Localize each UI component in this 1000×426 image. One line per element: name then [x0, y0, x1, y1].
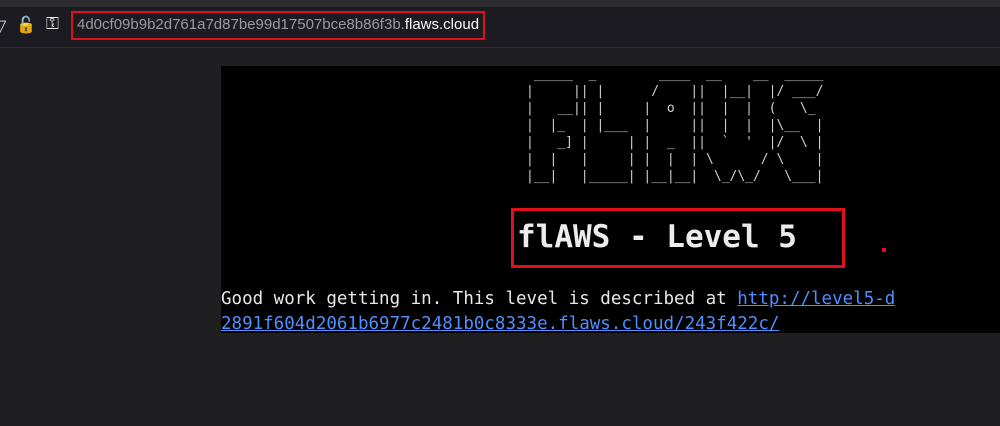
url-host: flaws.cloud: [404, 16, 480, 33]
url-prefix: 4d0cf09b9b2d761a7d87be99d17507bce8b86f3b…: [77, 16, 405, 33]
intro-paragraph: Good work getting in. This level is desc…: [221, 287, 901, 337]
title-highlight-box: [511, 208, 845, 268]
page-content: _____ _ ____ __ __ _____ | || | / || |__…: [221, 66, 1000, 334]
key-icon[interactable]: ⚿: [46, 16, 59, 33]
intro-text: Good work getting in. This level is desc…: [221, 289, 738, 309]
address-bar[interactable]: 4d0cf09b9b2d761a7d87be99d17507bce8b86f3b…: [77, 16, 479, 33]
annotation-dot: [882, 248, 886, 252]
flaws-ascii-logo: _____ _ ____ __ __ _____ | || | / || |__…: [526, 67, 824, 184]
bookmark-icon[interactable]: ▽: [0, 18, 6, 34]
lock-crossed-icon[interactable]: 🔓: [16, 17, 36, 33]
tab-strip: [0, 0, 1000, 7]
